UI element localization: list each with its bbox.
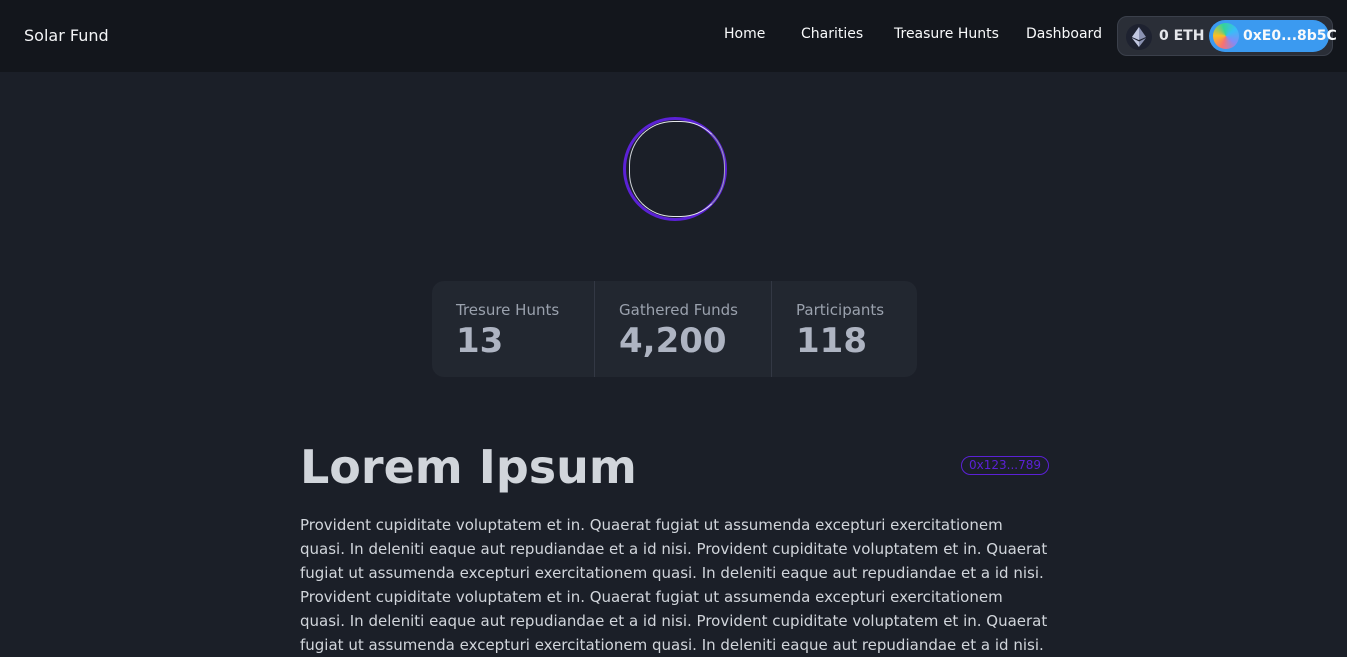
stat-treasure-hunts: Tresure Hunts 13 (432, 281, 594, 377)
account-button[interactable]: 0xE0...8b5C (1209, 20, 1337, 52)
charity-title: Lorem Ipsum (300, 440, 637, 494)
navbar: Solar Fund Home Charities Treasure Hunts… (0, 0, 1347, 72)
stat-value: 13 (456, 321, 504, 361)
stat-gathered-funds: Gathered Funds 4,200 (594, 281, 771, 377)
charity-description: Provident cupiditate voluptatem et in. Q… (300, 516, 1048, 654)
stats-panel: Tresure Hunts 13 Gathered Funds 4,200 Pa… (432, 281, 917, 377)
wallet-widget[interactable]: 0 ETH 0xE0...8b5C (1117, 16, 1337, 56)
stat-value: 4,200 (619, 321, 727, 361)
charity-address-badge[interactable]: 0x123...789 (961, 456, 1049, 475)
brand-logo-link[interactable]: Solar Fund (24, 26, 109, 45)
stat-label: Gathered Funds (619, 301, 738, 319)
nav-link-charities[interactable]: Charities (801, 26, 863, 42)
nav-link-home[interactable]: Home (724, 26, 765, 42)
ethereum-icon[interactable] (1126, 24, 1152, 50)
nav-link-dashboard[interactable]: Dashboard (1026, 26, 1102, 42)
account-address: 0xE0...8b5C (1243, 28, 1337, 44)
nav-link-treasure-hunts[interactable]: Treasure Hunts (894, 26, 999, 42)
stat-value: 118 (796, 321, 867, 361)
stat-participants: Participants 118 (771, 281, 917, 377)
charity-logo-image (629, 121, 725, 217)
stat-label: Participants (796, 301, 885, 319)
account-avatar (1213, 23, 1239, 49)
eth-balance[interactable]: 0 ETH (1159, 28, 1204, 44)
charity-logo (623, 117, 727, 221)
stat-label: Tresure Hunts (456, 301, 560, 319)
